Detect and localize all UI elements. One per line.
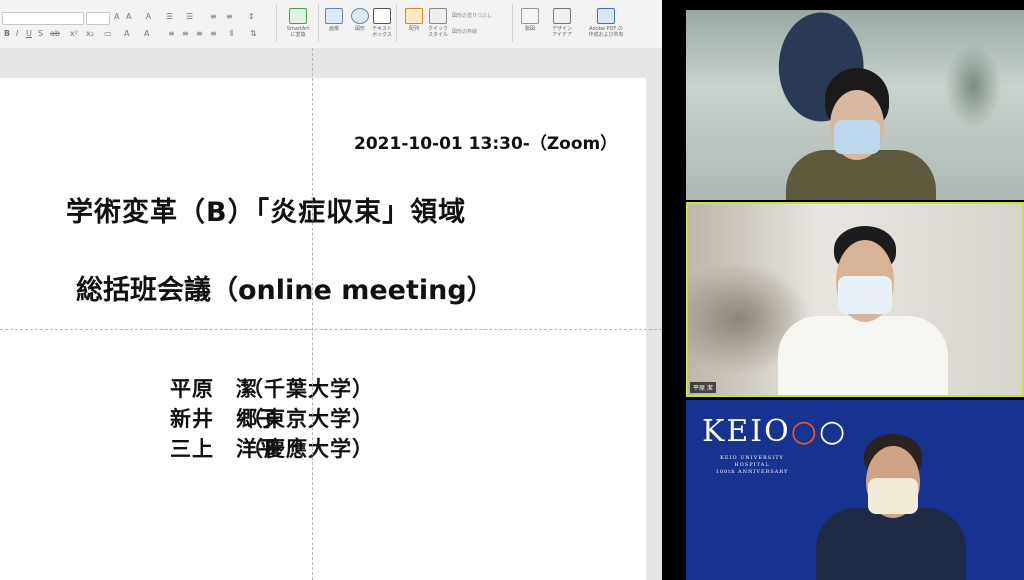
shape-fill-button[interactable]: 図形の塗りつぶし	[452, 12, 492, 19]
slide-date-line: 2021-10-01 13:30-（Zoom）	[354, 134, 618, 154]
font-name-field[interactable]	[2, 12, 84, 25]
smartart-label: SmartArt に変換	[286, 26, 310, 38]
ribbon-separator	[276, 4, 277, 42]
presenter-row: 新井 郷子（東京大学）	[170, 404, 374, 434]
bold-icon[interactable]: B	[4, 29, 10, 39]
underline-icon[interactable]: U	[26, 29, 32, 39]
superscript-icon[interactable]: x²	[70, 29, 78, 39]
align-right-icon[interactable]: ≡	[196, 29, 203, 39]
align-left-icon[interactable]: ≡	[168, 29, 175, 39]
adobe-pdf-label: Adobe PDF の 作成および共有	[588, 26, 624, 38]
smartart-button[interactable]: SmartArt に変換	[278, 8, 318, 38]
face-mask	[834, 120, 880, 154]
presenter-row: 平原 潔（千葉大学）	[170, 374, 374, 404]
presenter-affiliation: （千葉大学）	[242, 377, 374, 401]
drafting-icon	[521, 8, 539, 24]
align-center-icon[interactable]: ≡	[182, 29, 189, 39]
line-spacing-icon[interactable]: ↕	[248, 12, 255, 22]
font-size-field[interactable]	[86, 12, 110, 25]
presenter-affiliation: （東京大学）	[242, 407, 374, 431]
italic-icon[interactable]: I	[16, 29, 18, 39]
subscript-icon[interactable]: x₂	[86, 29, 94, 39]
bullets-icon[interactable]: ☰	[166, 12, 173, 22]
participant-video-tile[interactable]	[686, 10, 1024, 200]
keio-line-2: HOSPITAL	[734, 462, 770, 468]
numbering-icon[interactable]: ☰	[186, 12, 193, 22]
zoom-gallery: 平原 潔 KEIO○○ KEIO UNIVERSITY HOSPITAL 100…	[662, 0, 1024, 580]
presenter-name: 三上 洋平	[170, 437, 280, 461]
presenter-row: 三上 洋平（慶應大学）	[170, 434, 374, 464]
presenter-name: 平原 潔	[170, 377, 258, 401]
slide-subtitle: 総括班会議（online meeting）	[76, 275, 494, 306]
slide-canvas: 2021-10-01 13:30-（Zoom） 学術変革（B）「炎症収束」領域 …	[0, 48, 662, 580]
change-case-icon[interactable]: A	[144, 29, 149, 39]
horizontal-guide	[0, 329, 662, 330]
face-mask	[838, 276, 892, 314]
highlight-icon[interactable]: ▭	[104, 29, 112, 39]
participant-video-tile-active[interactable]: 平原 潔	[686, 202, 1024, 397]
justify-icon[interactable]: ≡	[210, 29, 217, 39]
participant-body	[816, 508, 966, 580]
clear-format-icon[interactable]: Ꭺ	[146, 12, 151, 22]
presenter-affiliation: （慶應大学）	[242, 437, 374, 461]
text-direction-icon[interactable]: ⇅	[250, 29, 257, 39]
keio-line-1: KEIO UNIVERSITY	[720, 455, 784, 461]
ribbon: A A Ꭺ ☰ ☰ ≡ ≡ ↕ B I U S ab x² x₂ ▭ A A ≡…	[0, 0, 662, 49]
design-ideas-label: デザイン アイデア	[551, 26, 572, 38]
design-ideas-button[interactable]: デザイン アイデア	[542, 8, 582, 38]
shape-outline-button[interactable]: 図形の枠線	[452, 28, 477, 35]
keio-logo: KEIO○○	[702, 414, 847, 449]
keio-line-3: 100th ANNIVERSARY	[715, 469, 789, 475]
participant-name-label: 平原 潔	[690, 382, 716, 393]
strikethrough-icon[interactable]: ab	[50, 29, 60, 39]
outdent-icon[interactable]: ≡	[226, 12, 233, 22]
design-ideas-icon	[553, 8, 571, 24]
presenter-name: 新井 郷子	[170, 407, 280, 431]
participant-video-tile[interactable]: KEIO○○ KEIO UNIVERSITY HOSPITAL 100th AN…	[686, 400, 1024, 580]
text-box-icon	[373, 8, 391, 24]
vertical-guide	[312, 48, 313, 580]
presenter-list: 平原 潔（千葉大学） 新井 郷子（東京大学） 三上 洋平（慶應大学）	[170, 374, 374, 464]
slide-title: 学術変革（B）「炎症収束」領域	[66, 197, 467, 228]
keio-subtitle: KEIO UNIVERSITY HOSPITAL 100th ANNIVERSA…	[712, 455, 792, 476]
font-color-icon[interactable]: A	[124, 29, 129, 39]
keio-100-rings: ○	[790, 414, 819, 449]
columns-icon[interactable]: ⫴	[230, 29, 233, 39]
pdf-icon	[597, 8, 615, 24]
shadow-icon[interactable]: S	[38, 29, 43, 39]
grow-font-icon[interactable]: A	[114, 12, 119, 22]
participant-body	[778, 316, 948, 395]
shrink-font-icon[interactable]: A	[126, 12, 131, 22]
smartart-icon	[289, 8, 307, 24]
powerpoint-window: A A Ꭺ ☰ ☰ ≡ ≡ ↕ B I U S ab x² x₂ ▭ A A ≡…	[0, 0, 662, 580]
keio-logo-text: KEIO	[702, 414, 791, 449]
keio-100-ring-2: ○	[818, 414, 848, 449]
face-mask	[868, 478, 918, 514]
indent-icon[interactable]: ≡	[210, 12, 217, 22]
quick-styles-icon	[429, 8, 447, 24]
adobe-pdf-button[interactable]: Adobe PDF の 作成および共有	[584, 8, 628, 38]
